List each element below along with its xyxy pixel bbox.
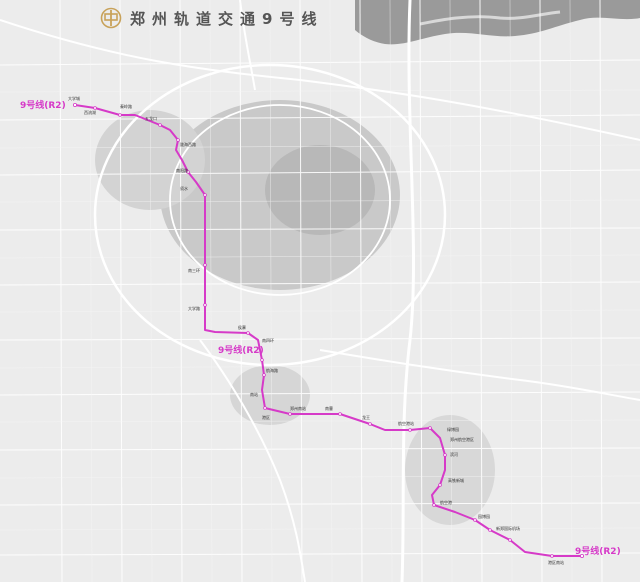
station-label[interactable]: 须水 bbox=[180, 186, 188, 192]
yellow-river bbox=[355, 0, 640, 45]
station-dot bbox=[550, 554, 554, 558]
station-dot bbox=[443, 453, 447, 457]
station-label[interactable]: 西流湖 bbox=[84, 110, 96, 116]
station-dot bbox=[428, 426, 432, 430]
station-dot bbox=[473, 518, 477, 522]
station-label[interactable]: 秦岭路 bbox=[120, 104, 132, 110]
station-label[interactable]: 陇海西路 bbox=[180, 142, 196, 148]
map-header: 郑州轨道交通9号线 bbox=[100, 6, 323, 30]
station-label[interactable]: 高铁新城 bbox=[448, 478, 464, 484]
station-label[interactable]: 南四环 bbox=[262, 338, 274, 344]
station-label[interactable]: 郑州南站 bbox=[290, 406, 306, 412]
urban-area-core bbox=[265, 145, 375, 235]
metro-logo-icon bbox=[100, 7, 122, 29]
station-dot bbox=[203, 193, 207, 197]
station-label[interactable]: 园博园 bbox=[478, 514, 490, 520]
station-label[interactable]: 大学路 bbox=[188, 306, 200, 312]
station-dot bbox=[158, 123, 162, 127]
station-dot bbox=[203, 303, 207, 307]
station-label[interactable]: 大学城 bbox=[68, 96, 80, 102]
station-label[interactable]: 港区 bbox=[262, 415, 270, 421]
road-grid bbox=[0, 0, 640, 582]
station-dot bbox=[260, 358, 264, 362]
map-title: 郑州轨道交通9号线 bbox=[130, 9, 324, 28]
urban-area-west bbox=[95, 110, 205, 210]
line-label-west: 9号线(R2) bbox=[20, 101, 66, 111]
station-label[interactable]: 南曹 bbox=[325, 406, 333, 412]
station-dot bbox=[508, 538, 512, 542]
station-dot bbox=[288, 412, 292, 416]
station-label[interactable]: 龙王 bbox=[362, 415, 370, 421]
station-label[interactable]: 南三环 bbox=[188, 268, 200, 274]
station-dot bbox=[176, 138, 180, 142]
station-dot bbox=[263, 406, 267, 410]
station-label[interactable]: 航空港 bbox=[440, 500, 452, 506]
station-dot bbox=[368, 422, 372, 426]
station-dot bbox=[246, 331, 250, 335]
station-label[interactable]: 滨河 bbox=[450, 452, 458, 458]
line-label-east: 9号线(R2) bbox=[575, 547, 621, 557]
station-label[interactable]: 南站 bbox=[250, 392, 258, 398]
station-label[interactable]: 郑州航空港区 bbox=[450, 437, 474, 443]
station-label[interactable]: 绿博园 bbox=[447, 427, 459, 433]
station-dot bbox=[93, 106, 97, 110]
station-label[interactable]: 五龙口 bbox=[145, 116, 157, 122]
station-dot bbox=[203, 263, 207, 267]
station-label[interactable]: 港区南站 bbox=[548, 560, 564, 566]
station-dot bbox=[488, 528, 492, 532]
station-label[interactable]: 航海路 bbox=[266, 368, 278, 374]
station-dot bbox=[432, 503, 436, 507]
station-dot bbox=[438, 483, 442, 487]
station-dot bbox=[408, 428, 412, 432]
station-dot bbox=[73, 103, 78, 108]
base-map bbox=[0, 0, 640, 582]
station-dot bbox=[262, 373, 266, 377]
line-label-middle: 9号线(R2) bbox=[218, 346, 264, 356]
station-dot bbox=[118, 113, 122, 117]
station-dot bbox=[338, 412, 342, 416]
station-label[interactable]: 新郑国际机场 bbox=[496, 526, 520, 532]
station-label[interactable]: 南阳路 bbox=[176, 168, 188, 174]
urban-area-south bbox=[230, 365, 310, 425]
map-canvas[interactable]: 郑州轨道交通9号线 9号线(R2) 9号线(R2) 9号线(R2) 大学城 西流… bbox=[0, 0, 640, 582]
station-label[interactable]: 航空港站 bbox=[398, 421, 414, 427]
station-label[interactable]: 侯寨 bbox=[238, 325, 246, 331]
road-grid-minor bbox=[0, 0, 640, 582]
